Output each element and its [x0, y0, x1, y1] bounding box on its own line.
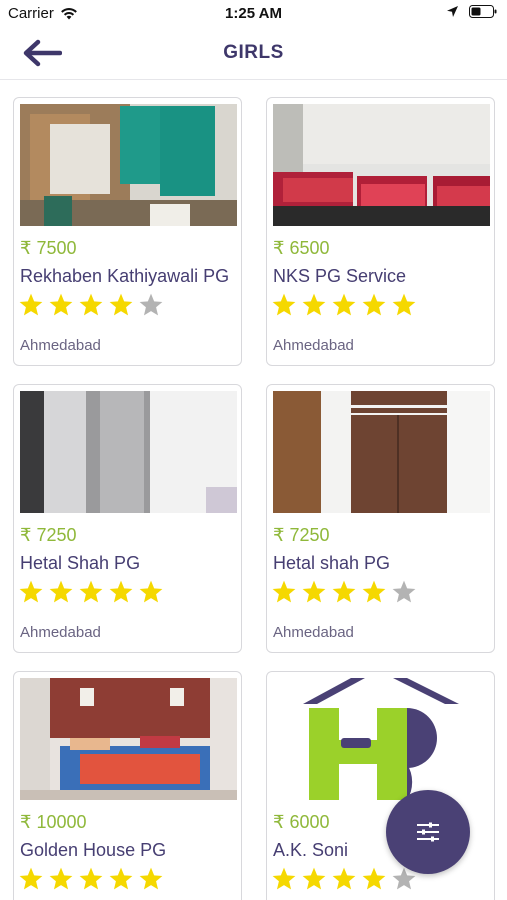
star-empty-icon — [392, 580, 416, 603]
listing-name: Golden House PG — [20, 840, 167, 860]
star-filled-icon — [79, 293, 103, 316]
listing-name: NKS PG Service — [273, 266, 407, 286]
listing-city: Ahmedabad — [273, 624, 354, 641]
star-filled-icon — [109, 293, 133, 316]
star-filled-icon — [79, 867, 103, 890]
star-empty-icon — [139, 293, 163, 316]
filter-button[interactable] — [386, 790, 470, 874]
rating-stars — [271, 579, 417, 605]
listing-name: Rekhaben Kathiyawali PG — [20, 266, 230, 286]
star-filled-icon — [109, 580, 133, 603]
listing-city: Ahmedabad — [20, 624, 101, 641]
listing-card[interactable]: ₹ 7250 Hetal Shah PG Ahmedabad — [13, 384, 242, 653]
battery-icon — [469, 5, 497, 18]
rating-stars — [271, 866, 417, 892]
listing-card[interactable]: ₹ 6500 NKS PG Service Ahmedabad — [266, 97, 495, 366]
star-filled-icon — [332, 867, 356, 890]
listing-price: ₹ 7500 — [20, 238, 77, 258]
star-filled-icon — [49, 580, 73, 603]
rating-stars — [18, 866, 164, 892]
listing-price: ₹ 7250 — [20, 525, 77, 545]
star-filled-icon — [79, 580, 103, 603]
listing-price: ₹ 7250 — [273, 525, 330, 545]
filter-sliders-icon — [417, 822, 439, 842]
location-arrow-icon — [447, 6, 458, 17]
rating-stars — [18, 579, 164, 605]
listing-price: ₹ 10000 — [20, 812, 87, 832]
listing-photo — [20, 678, 237, 800]
star-filled-icon — [49, 867, 73, 890]
star-filled-icon — [302, 580, 326, 603]
listing-card[interactable]: ₹ 10000 Golden House PG — [13, 671, 242, 900]
listing-city: Ahmedabad — [273, 337, 354, 354]
star-filled-icon — [332, 580, 356, 603]
status-time: 1:25 AM — [225, 5, 282, 22]
listing-photo — [273, 391, 490, 513]
star-filled-icon — [139, 867, 163, 890]
star-filled-icon — [392, 293, 416, 316]
star-filled-icon — [332, 293, 356, 316]
listing-name: A.K. Soni — [273, 840, 349, 860]
status-bar: Carrier 1:25 AM — [0, 0, 507, 28]
star-filled-icon — [109, 867, 133, 890]
star-filled-icon — [362, 293, 386, 316]
star-filled-icon — [19, 293, 43, 316]
listing-photo — [273, 104, 490, 226]
star-filled-icon — [272, 293, 296, 316]
star-filled-icon — [139, 580, 163, 603]
listing-photo — [273, 678, 490, 800]
listing-card[interactable]: ₹ 6000 A.K. Soni — [266, 671, 495, 900]
rating-stars — [271, 292, 417, 318]
top-nav-bar: GIRLS — [0, 28, 507, 80]
listing-photo — [20, 104, 237, 226]
page-title: GIRLS — [223, 42, 284, 63]
star-filled-icon — [19, 580, 43, 603]
rating-stars — [18, 292, 164, 318]
listing-card[interactable]: ₹ 7250 Hetal shah PG Ahmedabad — [266, 384, 495, 653]
star-filled-icon — [49, 293, 73, 316]
listing-name: Hetal Shah PG — [20, 553, 141, 573]
star-filled-icon — [272, 867, 296, 890]
listing-city: Ahmedabad — [20, 337, 101, 354]
listing-price: ₹ 6500 — [273, 238, 330, 258]
listing-name: Hetal shah PG — [273, 553, 391, 573]
star-filled-icon — [302, 867, 326, 890]
star-filled-icon — [272, 580, 296, 603]
star-filled-icon — [302, 293, 326, 316]
listing-price: ₹ 6000 — [273, 812, 330, 832]
star-filled-icon — [19, 867, 43, 890]
listing-card[interactable]: ₹ 7500 Rekhaben Kathiyawali PG Ahmedabad — [13, 97, 242, 366]
brand-logo — [273, 678, 490, 800]
status-right-group — [446, 5, 497, 18]
star-filled-icon — [362, 580, 386, 603]
listing-photo — [20, 391, 237, 513]
star-filled-icon — [362, 867, 386, 890]
